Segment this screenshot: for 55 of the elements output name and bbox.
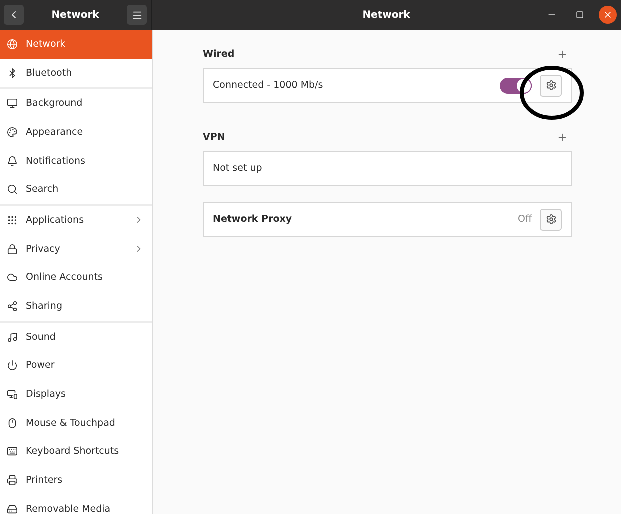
- music-note-icon: [7, 332, 18, 343]
- sidebar-item[interactable]: Mouse & Touchpad: [0, 408, 152, 438]
- lock-icon: [7, 244, 18, 255]
- connection-status: Connected - 1000 Mb/s: [213, 80, 324, 91]
- settings-button[interactable]: [540, 74, 562, 96]
- menu-icon: [132, 10, 142, 20]
- section-heading: VPN: [203, 132, 226, 142]
- mouse-icon: [7, 418, 18, 429]
- sidebar-item[interactable]: Keyboard Shortcuts: [0, 438, 152, 466]
- bell-icon: [7, 156, 18, 167]
- back-button[interactable]: [4, 5, 24, 25]
- share-icon: [7, 301, 18, 312]
- window-title: Network: [362, 10, 410, 20]
- keyboard-icon: [7, 446, 18, 458]
- cloud-icon: [7, 272, 18, 284]
- maximize-icon: [576, 11, 584, 19]
- sidebar-item[interactable]: Applications: [0, 206, 152, 235]
- proxy-status: Off: [518, 214, 532, 225]
- vpn-status: Not set up: [213, 163, 264, 174]
- sidebar-item[interactable]: Printers: [0, 466, 152, 495]
- proxy-label: Network Proxy: [213, 214, 294, 225]
- monitor-icon: [7, 98, 18, 110]
- sidebar-item[interactable]: Background: [0, 89, 152, 118]
- search-icon: [7, 184, 18, 196]
- sidebar-item[interactable]: Online Accounts: [0, 264, 152, 292]
- bluetooth-icon: [7, 68, 18, 79]
- printer-icon: [7, 475, 18, 486]
- sidebar-item[interactable]: Sharing: [0, 292, 152, 321]
- settings-button[interactable]: [540, 208, 562, 230]
- sidebar-item[interactable]: Displays: [0, 380, 152, 409]
- add-icon[interactable]: [557, 132, 568, 142]
- grid-icon: [7, 214, 18, 226]
- drive-icon: [7, 504, 18, 514]
- sidebar-item[interactable]: Appearance: [0, 118, 152, 147]
- add-icon[interactable]: [557, 48, 568, 60]
- sidebar-title: Network: [52, 10, 100, 20]
- power-icon: [7, 360, 18, 372]
- sidebar-item[interactable]: Notifications: [0, 146, 152, 176]
- sidebar-item[interactable]: Sound: [0, 322, 152, 352]
- palette-icon: [7, 126, 18, 138]
- sidebar-item[interactable]: Search: [0, 175, 152, 204]
- display-icon: [7, 389, 18, 400]
- sidebar-item[interactable]: Power: [0, 352, 152, 380]
- annotation-ellipse: [519, 65, 585, 121]
- sidebar-item[interactable]: Removable Media: [0, 495, 152, 514]
- menu-button[interactable]: [127, 5, 147, 25]
- sidebar-item[interactable]: Network: [0, 30, 152, 59]
- globe-icon: [7, 38, 18, 50]
- sidebar-item[interactable]: Privacy: [0, 234, 152, 264]
- settings-icon: [546, 80, 556, 91]
- close-button[interactable]: [599, 6, 617, 24]
- close-icon: [603, 10, 613, 20]
- sidebar-item[interactable]: Bluetooth: [0, 58, 152, 88]
- section-heading: Wired: [203, 48, 235, 60]
- settings-icon: [546, 214, 556, 225]
